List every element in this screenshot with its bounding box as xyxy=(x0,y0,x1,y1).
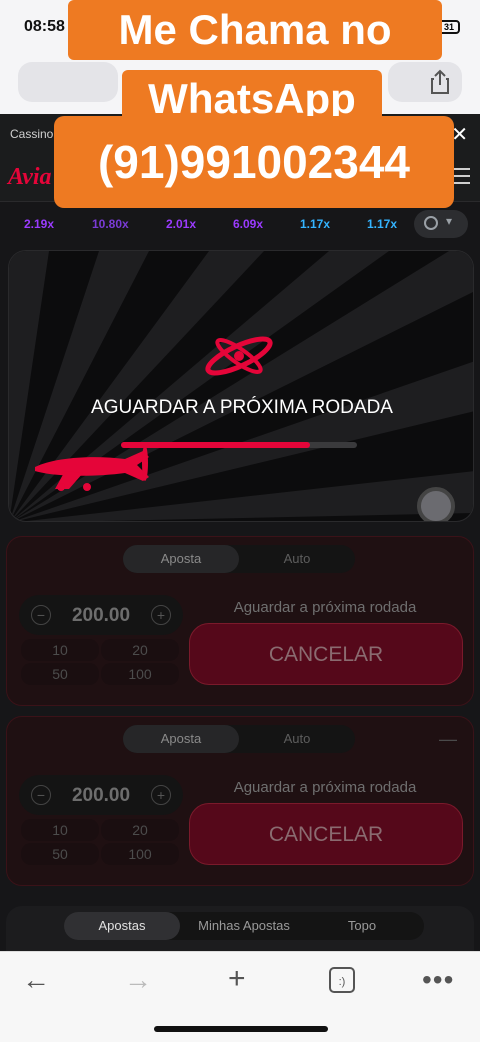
multiplier-badge: 1.17x xyxy=(367,217,398,231)
quick-bet-50[interactable]: 50 xyxy=(21,663,99,685)
quick-bet-10[interactable]: 10 xyxy=(21,819,99,841)
back-arrow-icon[interactable]: ← xyxy=(22,964,50,996)
more-icon[interactable]: ••• xyxy=(422,964,454,996)
multiplier-badge: 2.19x xyxy=(24,217,55,231)
quick-bet-100[interactable]: 100 xyxy=(101,663,179,685)
bets-section: Apostas Minhas Apostas Topo xyxy=(6,906,474,951)
new-tab-icon[interactable]: + xyxy=(228,962,246,996)
multiplier-badge: 6.09x xyxy=(233,217,264,231)
multiplier-badge: 1.17x xyxy=(300,217,331,231)
forward-arrow-icon[interactable]: → xyxy=(124,964,152,996)
wait-label: Aguardar a próxima rodada xyxy=(233,779,417,796)
quick-bet-100[interactable]: 100 xyxy=(101,843,179,865)
multiplier-history: 2.19x 10.80x 2.01x 6.09x 1.17x 1.17x ▾ xyxy=(0,206,480,244)
tab-apostas[interactable]: Apostas xyxy=(64,912,180,940)
game-container: Cassino ✕ Avia 2.19x 10.80x 2.01x 6.09x … xyxy=(0,114,480,951)
tab-auto[interactable]: Auto xyxy=(239,545,355,573)
wait-message: AGUARDAR A PRÓXIMA RODADA xyxy=(91,397,393,418)
bet-mode-tabs: Aposta Auto xyxy=(123,725,355,753)
tab-aposta[interactable]: Aposta xyxy=(123,725,239,753)
home-indicator xyxy=(154,1026,328,1032)
tabs-icon[interactable]: :) xyxy=(328,966,356,994)
assistive-touch-button[interactable] xyxy=(417,487,455,521)
quick-bet-20[interactable]: 20 xyxy=(101,819,179,841)
bet-amount-stepper: − 200.00 + xyxy=(19,775,183,815)
promo-line-3: (91)991002344 xyxy=(54,116,454,208)
tab-minhas-apostas[interactable]: Minhas Apostas xyxy=(186,912,302,940)
bet-mode-tabs: Aposta Auto xyxy=(123,545,355,573)
quick-bet-20[interactable]: 20 xyxy=(101,639,179,661)
plane-icon xyxy=(35,445,149,491)
bet-panel-1: Aposta Auto − 200.00 + 10 20 50 100 Agua… xyxy=(6,536,474,706)
bet-panel-2: Aposta Auto — − 200.00 + 10 20 50 100 Ag… xyxy=(6,716,474,886)
wait-label: Aguardar a próxima rodada xyxy=(233,599,417,616)
history-button[interactable]: ▾ xyxy=(414,210,468,238)
tab-topo[interactable]: Topo xyxy=(304,912,420,940)
clock-icon xyxy=(424,216,438,230)
tab-auto[interactable]: Auto xyxy=(239,725,355,753)
tab-aposta[interactable]: Aposta xyxy=(123,545,239,573)
promo-line-1: Me Chama no xyxy=(68,0,442,60)
cancel-button[interactable]: CANCELAR xyxy=(189,803,463,865)
remove-panel-icon[interactable]: — xyxy=(439,729,457,750)
plus-icon[interactable]: + xyxy=(151,605,171,625)
quick-bet-10[interactable]: 10 xyxy=(21,639,99,661)
phone-screen: 08:58 31 Cassino ✕ Avia 2.19x 10.80x 2.0… xyxy=(0,0,480,1042)
bets-tabs: Apostas Minhas Apostas Topo xyxy=(64,912,424,940)
address-field[interactable] xyxy=(18,62,118,102)
svg-text::): :) xyxy=(339,976,346,988)
multiplier-badge: 2.01x xyxy=(166,217,197,231)
browser-toolbar: ← → + :) ••• xyxy=(0,951,480,1042)
plus-icon[interactable]: + xyxy=(151,785,171,805)
status-time: 08:58 xyxy=(24,18,65,35)
bet-amount-stepper: − 200.00 + xyxy=(19,595,183,635)
share-icon[interactable] xyxy=(426,68,454,96)
aviator-logo: Avia xyxy=(8,164,52,190)
quick-bet-50[interactable]: 50 xyxy=(21,843,99,865)
casino-label[interactable]: Cassino xyxy=(10,127,53,141)
chevron-down-icon: ▾ xyxy=(446,214,453,228)
multiplier-badge: 10.80x xyxy=(92,217,129,231)
cancel-button[interactable]: CANCELAR xyxy=(189,623,463,685)
play-area: AGUARDAR A PRÓXIMA RODADA xyxy=(8,250,474,522)
propeller-icon xyxy=(205,336,273,376)
